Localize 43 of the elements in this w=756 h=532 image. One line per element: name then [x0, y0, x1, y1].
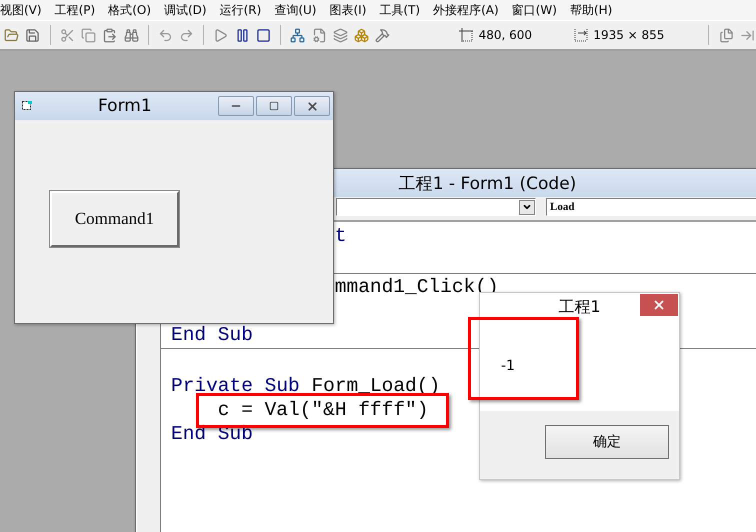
form-icon: [22, 101, 32, 111]
dialog-title: 工程1: [558, 296, 601, 318]
position-icon: [457, 26, 475, 44]
message-text: -1: [501, 358, 515, 374]
menu-item[interactable]: 外接程序(A): [433, 2, 499, 18]
maximize-icon: [269, 101, 279, 111]
window-title: 工程1 - Form1 (Code): [398, 172, 576, 194]
objects-icon[interactable]: [353, 26, 370, 44]
close-button[interactable]: [640, 294, 678, 316]
object-combo[interactable]: [336, 198, 536, 216]
code-line: Private Sub Form_Load(): [171, 377, 440, 395]
copy-icon[interactable]: [80, 26, 98, 44]
menu-item[interactable]: 调试(D): [164, 2, 207, 18]
command-button[interactable]: Command1: [50, 191, 179, 247]
menu-item[interactable]: 窗口(W): [512, 2, 557, 18]
menu-item[interactable]: 视图(V): [0, 2, 42, 18]
code-line: t: [334, 227, 346, 245]
chevron-down-icon: [522, 202, 532, 212]
menu-item[interactable]: 运行(R): [220, 2, 262, 18]
menu-item[interactable]: 格式(O): [108, 2, 151, 18]
code-line: mmand1_Click(): [334, 278, 499, 296]
menu-item[interactable]: 图表(I): [329, 2, 366, 18]
menu-item[interactable]: 工程(P): [54, 2, 96, 18]
menu-item[interactable]: 工具(T): [379, 2, 420, 18]
project-icon[interactable]: [289, 26, 306, 44]
ok-button[interactable]: 确定: [545, 425, 669, 459]
position-readout: 480, 600: [478, 28, 532, 42]
layout-icon[interactable]: [332, 26, 350, 44]
size-icon: [572, 26, 590, 44]
procedure-combo[interactable]: Load: [546, 198, 756, 216]
maximize-button[interactable]: [256, 96, 292, 116]
close-icon: [652, 298, 666, 312]
code-line: c = Val("&H ffff"): [218, 401, 428, 419]
close-button[interactable]: [294, 96, 330, 116]
size-readout: 1935 × 855: [593, 28, 664, 42]
menu-item[interactable]: 帮助(H): [570, 2, 612, 18]
paste-icon[interactable]: [101, 26, 118, 44]
minimize-button[interactable]: [218, 96, 254, 116]
close-icon: [306, 100, 318, 112]
dropdown-button[interactable]: [519, 200, 535, 214]
menu-item[interactable]: 查询(U): [274, 2, 316, 18]
window-title: Form1: [98, 96, 152, 116]
code-line: End Sub: [171, 326, 253, 344]
